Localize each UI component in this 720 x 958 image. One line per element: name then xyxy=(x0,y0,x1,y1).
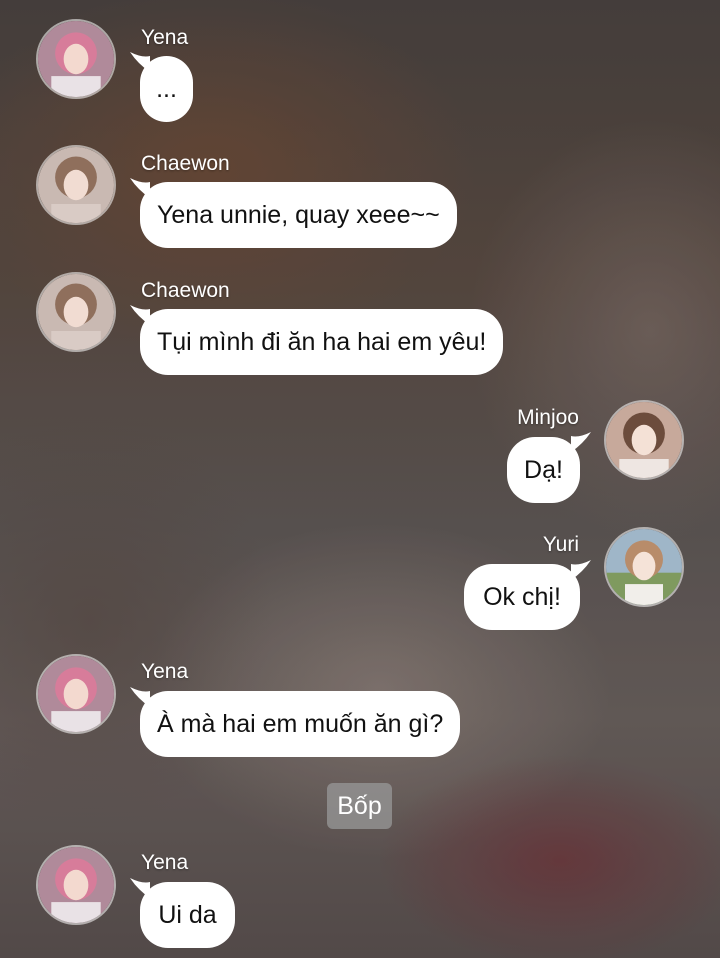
sender-name: Yena xyxy=(141,851,189,874)
avatar-chaewon[interactable] xyxy=(36,145,116,225)
message-bubble[interactable]: À mà hai em muốn ăn gì? xyxy=(140,691,461,757)
sender-name: Yena xyxy=(141,26,189,49)
avatar-yena[interactable] xyxy=(36,845,116,925)
avatar-chaewon[interactable] xyxy=(36,272,116,352)
avatar-minjoo[interactable] xyxy=(604,400,684,480)
message-bubble[interactable]: Ui da xyxy=(140,882,235,948)
sender-name: Chaewon xyxy=(141,279,230,302)
sender-name: Minjoo xyxy=(517,406,579,429)
system-notice: Bốp xyxy=(327,783,392,829)
sender-name: Chaewon xyxy=(141,152,230,175)
sender-name: Yuri xyxy=(542,533,579,556)
message-bubble[interactable]: Tụi mình đi ăn ha hai em yêu! xyxy=(140,309,504,375)
avatar-yuri[interactable] xyxy=(604,527,684,607)
message-bubble[interactable]: Ok chị! xyxy=(464,564,580,630)
avatar-yena[interactable] xyxy=(36,654,116,734)
message-bubble[interactable]: ... xyxy=(140,56,193,122)
message-bubble[interactable]: Yena unnie, quay xeee~~ xyxy=(140,182,457,248)
message-bubble[interactable]: Dạ! xyxy=(507,437,580,503)
avatar-yena[interactable] xyxy=(36,19,116,99)
sender-name: Yena xyxy=(141,660,189,683)
